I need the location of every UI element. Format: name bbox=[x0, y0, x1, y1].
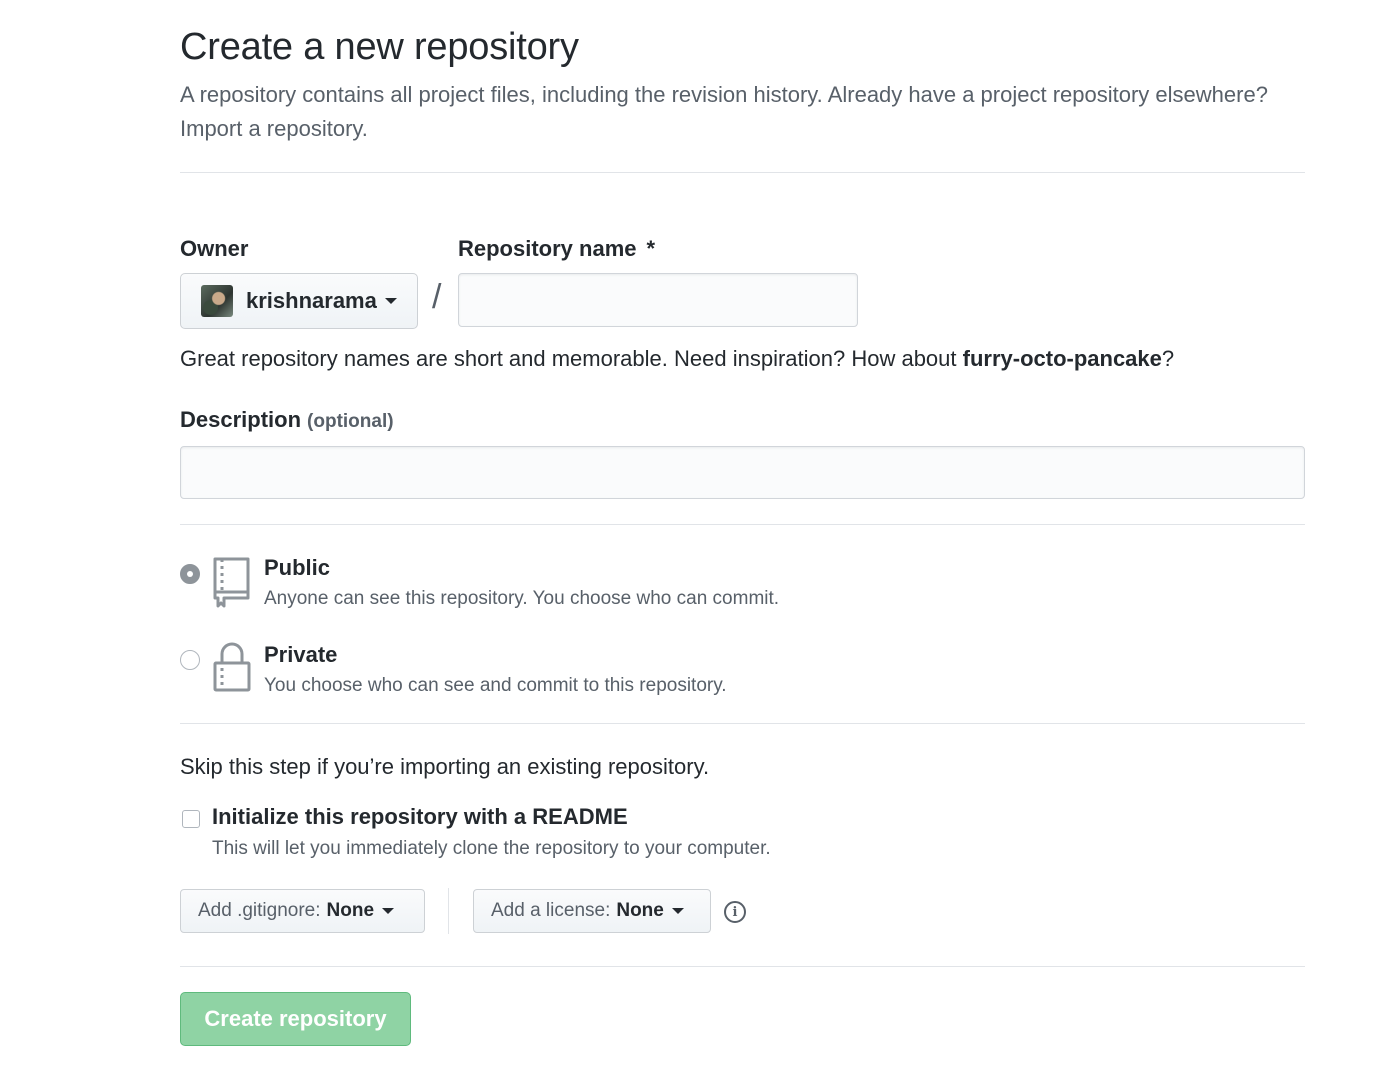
private-option-desc: You choose who can see and commit to thi… bbox=[264, 675, 727, 696]
subtitle-text: A repository contains all project files,… bbox=[180, 82, 1268, 107]
license-select-button[interactable]: Add a license: None bbox=[473, 889, 711, 933]
readme-checkbox[interactable] bbox=[182, 810, 200, 828]
chevron-down-icon bbox=[384, 298, 397, 304]
page-subtitle: A repository contains all project files,… bbox=[180, 78, 1305, 146]
description-label: Description (optional) bbox=[180, 407, 394, 433]
readme-checkbox-desc: This will let you immediately clone the … bbox=[212, 838, 771, 859]
repo-name-input[interactable] bbox=[458, 273, 858, 327]
chevron-down-icon bbox=[382, 908, 395, 914]
hint-text: Great repository names are short and mem… bbox=[180, 346, 963, 371]
public-option-title: Public bbox=[264, 555, 331, 580]
suggested-name: furry-octo-pancake bbox=[962, 346, 1162, 371]
readme-checkbox-label[interactable]: Initialize this repository with a README bbox=[212, 804, 628, 830]
skip-note: Skip this step if you’re importing an ex… bbox=[180, 754, 710, 779]
divider bbox=[180, 172, 1305, 173]
hint-suffix: ? bbox=[1161, 346, 1175, 371]
repo-book-icon bbox=[213, 557, 250, 608]
owner-repo-separator: / bbox=[432, 278, 442, 316]
page-title: Create a new repository bbox=[180, 26, 579, 68]
public-radio[interactable] bbox=[180, 564, 200, 584]
repo-name-hint: Great repository names are short and mem… bbox=[180, 346, 1174, 372]
private-option-title: Private bbox=[264, 642, 338, 667]
owner-label: Owner bbox=[180, 236, 249, 261]
import-repository-link[interactable]: Import a repository. bbox=[180, 116, 368, 141]
info-icon[interactable]: i bbox=[724, 901, 746, 923]
divider bbox=[180, 966, 1305, 967]
description-input[interactable] bbox=[180, 446, 1305, 499]
avatar bbox=[201, 285, 233, 317]
public-option-desc: Anyone can see this repository. You choo… bbox=[264, 588, 780, 609]
repo-name-label-text: Repository name bbox=[458, 236, 637, 261]
lock-icon bbox=[213, 642, 251, 692]
chevron-down-icon bbox=[671, 908, 684, 914]
owner-select-button[interactable]: krishnarama bbox=[180, 273, 418, 329]
create-repository-button[interactable]: Create repository bbox=[180, 992, 411, 1046]
private-radio[interactable] bbox=[180, 650, 200, 670]
gitignore-select-button[interactable]: Add .gitignore: None bbox=[180, 889, 425, 933]
description-label-text: Description bbox=[180, 407, 302, 432]
owner-name: krishnarama bbox=[246, 288, 377, 313]
license-value: None bbox=[616, 900, 664, 921]
gitignore-prefix: Add .gitignore: bbox=[198, 900, 321, 921]
required-mark: * bbox=[646, 236, 656, 261]
divider bbox=[180, 723, 1305, 724]
select-divider bbox=[448, 888, 449, 934]
optional-note: (optional) bbox=[307, 411, 394, 432]
license-prefix: Add a license: bbox=[491, 900, 611, 921]
divider bbox=[180, 524, 1305, 525]
gitignore-value: None bbox=[326, 900, 375, 921]
repo-name-label: Repository name * bbox=[458, 236, 655, 262]
